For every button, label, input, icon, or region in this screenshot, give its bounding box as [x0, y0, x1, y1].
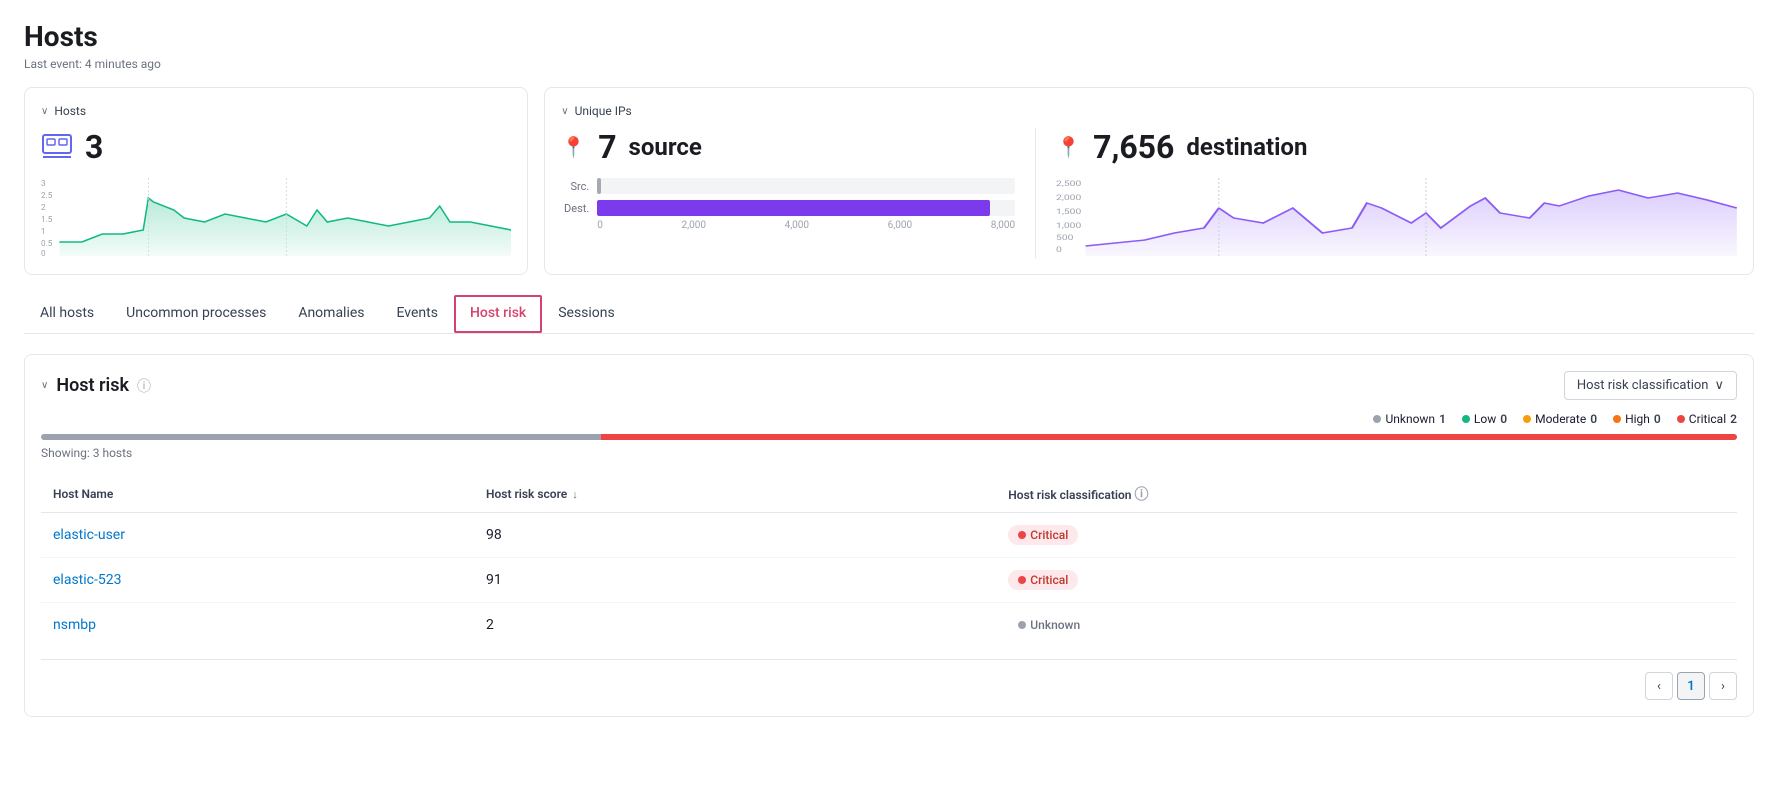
dropdown-chevron-icon: ∨ — [1714, 378, 1724, 393]
tab-anomalies[interactable]: Anomalies — [282, 295, 380, 333]
last-event-text: Last event: 4 minutes ago — [24, 57, 1754, 71]
classification-dropdown[interactable]: Host risk classification ∨ — [1564, 371, 1737, 400]
section-collapse-icon[interactable]: ∨ — [41, 380, 48, 391]
risk-unknown: Unknown 1 — [1373, 412, 1445, 426]
prev-page-btn[interactable]: ‹ — [1645, 672, 1673, 700]
ip-bar-chart: Src. Dest. 02,0004,0006,00 — [561, 178, 1015, 231]
pin-dest-icon: 📍 — [1056, 135, 1081, 159]
hosts-icon — [41, 131, 73, 163]
tab-all-hosts[interactable]: All hosts — [24, 295, 110, 333]
svg-text:500: 500 — [1056, 234, 1073, 242]
classification-badge-2: Critical — [1008, 570, 1078, 590]
hosts-card: ∨ Hosts 3 — [24, 87, 528, 275]
col-risk-classification: Host risk classification ⓘ — [996, 476, 1737, 513]
source-label: source — [629, 133, 702, 161]
risk-progress-bar — [41, 434, 1737, 440]
next-page-btn[interactable]: › — [1709, 672, 1737, 700]
table-row: nsmbp 2 Unknown — [41, 603, 1737, 648]
hosts-chart: 3 2.5 2 1.5 1 0.5 0 24th July 2023 — [41, 178, 511, 258]
unique-ips-label: Unique IPs — [575, 104, 632, 118]
pagination: ‹ 1 › — [41, 659, 1737, 700]
page-1-btn[interactable]: 1 — [1677, 672, 1705, 700]
svg-text:1,000: 1,000 — [1056, 222, 1081, 230]
low-dot — [1462, 415, 1470, 423]
high-label: High — [1625, 412, 1650, 426]
collapse-icon[interactable]: ∨ — [41, 106, 48, 117]
unique-ips-card: ∨ Unique IPs 📍 7 source — [544, 87, 1754, 275]
svg-text:0: 0 — [41, 249, 46, 258]
svg-text:0.5: 0.5 — [41, 239, 53, 248]
collapse-icon-2[interactable]: ∨ — [561, 106, 568, 117]
high-dot — [1613, 415, 1621, 423]
critical-label: Critical — [1689, 412, 1726, 426]
host-risk-section: ∨ Host risk ⓘ Host risk classification ∨… — [24, 354, 1754, 717]
risk-low: Low 0 — [1462, 412, 1507, 426]
host-link-2[interactable]: elastic-523 — [53, 572, 121, 588]
dest-count: 7,656 — [1093, 128, 1174, 166]
low-count: 0 — [1500, 412, 1507, 426]
classification-label: Host risk classification — [1577, 378, 1709, 393]
source-count: 7 — [598, 128, 616, 166]
hosts-card-label: Hosts — [54, 104, 86, 118]
svg-text:2,500: 2,500 — [1056, 180, 1081, 188]
col-info-icon[interactable]: ⓘ — [1134, 487, 1148, 503]
page-title: Hosts — [24, 20, 1754, 53]
bar-x-labels: 02,0004,0006,0008,000 — [561, 220, 1015, 231]
risk-moderate: Moderate 0 — [1523, 412, 1597, 426]
unknown-label: Unknown — [1385, 412, 1435, 426]
svg-text:1.5: 1.5 — [41, 215, 53, 224]
section-info-icon[interactable]: ⓘ — [137, 376, 151, 396]
moderate-label: Moderate — [1535, 412, 1586, 426]
dest-label: Dest. — [561, 202, 589, 215]
showing-count: Showing: 3 hosts — [41, 446, 1737, 460]
svg-text:3: 3 — [41, 179, 46, 188]
moderate-count: 0 — [1590, 412, 1597, 426]
tab-uncommon-processes[interactable]: Uncommon processes — [110, 295, 282, 333]
dest-chart: 2,500 2,000 1,500 1,000 500 0 24th July … — [1056, 178, 1737, 258]
col-risk-score[interactable]: Host risk score ↓ — [474, 476, 996, 513]
unknown-dot — [1373, 415, 1381, 423]
svg-text:2.5: 2.5 — [41, 191, 53, 200]
tab-events[interactable]: Events — [381, 295, 454, 333]
svg-text:1,500: 1,500 — [1056, 208, 1081, 216]
risk-summary: Unknown 1 Low 0 Moderate 0 High 0 Critic… — [41, 412, 1737, 426]
sort-icon: ↓ — [572, 488, 578, 501]
score-1: 98 — [474, 513, 996, 558]
src-label: Src. — [561, 180, 589, 193]
unknown-count: 1 — [1439, 412, 1446, 426]
tabs-bar: All hosts Uncommon processes Anomalies E… — [24, 295, 1754, 334]
risk-critical: Critical 2 — [1677, 412, 1737, 426]
table-row: elastic-user 98 Critical — [41, 513, 1737, 558]
unknown-badge-dot-3 — [1018, 621, 1026, 629]
host-link-1[interactable]: elastic-user — [53, 527, 125, 543]
tab-sessions[interactable]: Sessions — [542, 295, 631, 333]
risk-high: High 0 — [1613, 412, 1661, 426]
high-count: 0 — [1654, 412, 1661, 426]
score-2: 91 — [474, 558, 996, 603]
moderate-dot — [1523, 415, 1531, 423]
progress-critical — [601, 434, 1737, 440]
section-title: Host risk — [56, 375, 129, 396]
hosts-count: 3 — [85, 128, 103, 166]
progress-unknown — [41, 434, 601, 440]
classification-badge-3: Unknown — [1008, 615, 1090, 635]
classification-badge-1: Critical — [1008, 525, 1078, 545]
col-host-name: Host Name — [41, 476, 474, 513]
host-link-3[interactable]: nsmbp — [53, 617, 96, 633]
svg-text:0: 0 — [1056, 246, 1062, 254]
score-3: 2 — [474, 603, 996, 648]
critical-badge-dot-1 — [1018, 531, 1026, 539]
pin-source-icon: 📍 — [561, 135, 586, 159]
critical-badge-dot-2 — [1018, 576, 1026, 584]
svg-text:2,000: 2,000 — [1056, 194, 1081, 202]
tab-host-risk[interactable]: Host risk — [454, 295, 542, 333]
table-row: elastic-523 91 Critical — [41, 558, 1737, 603]
svg-text:1: 1 — [41, 227, 46, 236]
svg-text:2: 2 — [41, 203, 46, 212]
host-risk-table: Host Name Host risk score ↓ Host risk cl… — [41, 476, 1737, 647]
critical-count: 2 — [1730, 412, 1737, 426]
dest-label-text: destination — [1186, 133, 1307, 161]
low-label: Low — [1474, 412, 1496, 426]
critical-dot — [1677, 415, 1685, 423]
